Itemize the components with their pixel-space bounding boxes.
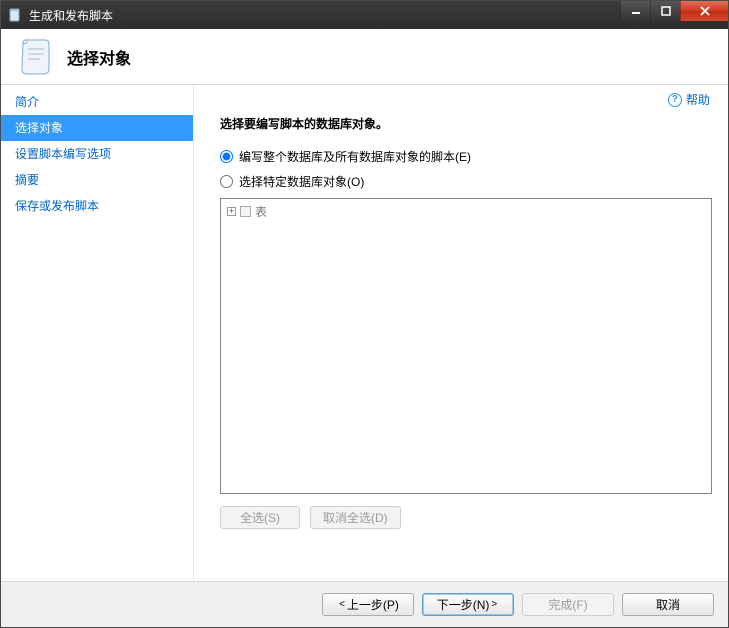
radio-entire-label: 编写整个数据库及所有数据库对象的脚本(E) xyxy=(239,148,471,165)
sidebar-item-summary[interactable]: 摘要 xyxy=(1,167,193,193)
chevron-right-icon: > xyxy=(491,599,497,610)
script-icon xyxy=(15,37,55,77)
radio-specific-label: 选择特定数据库对象(O) xyxy=(239,173,364,190)
sidebar-item-select-objects[interactable]: 选择对象 xyxy=(1,115,193,141)
objects-tree: + 表 xyxy=(220,198,712,494)
sidebar: 简介 选择对象 设置脚本编写选项 摘要 保存或发布脚本 xyxy=(1,85,194,581)
deselect-all-button: 取消全选(D) xyxy=(310,506,401,529)
header-band: 选择对象 xyxy=(1,29,728,85)
cancel-button[interactable]: 取消 xyxy=(622,593,714,616)
radio-entire-input[interactable] xyxy=(220,150,233,163)
finish-button: 完成(F) xyxy=(522,593,614,616)
radio-specific-input[interactable] xyxy=(220,175,233,188)
tree-checkbox[interactable] xyxy=(240,206,251,217)
radio-specific-objects[interactable]: 选择特定数据库对象(O) xyxy=(220,173,712,190)
sidebar-item-script-options[interactable]: 设置脚本编写选项 xyxy=(1,141,193,167)
chevron-left-icon: < xyxy=(339,599,345,610)
tree-root-row[interactable]: + 表 xyxy=(227,203,705,220)
body: 简介 选择对象 设置脚本编写选项 摘要 保存或发布脚本 ? 帮助 选择要编写脚本… xyxy=(1,85,728,581)
footer: < 上一步(P) 下一步(N) > 完成(F) 取消 xyxy=(1,581,728,627)
page-title: 选择对象 xyxy=(67,45,131,69)
instruction-text: 选择要编写脚本的数据库对象。 xyxy=(220,115,712,132)
window-controls xyxy=(620,1,728,21)
help-icon: ? xyxy=(668,93,682,107)
sidebar-item-save-publish[interactable]: 保存或发布脚本 xyxy=(1,193,193,219)
help-label: 帮助 xyxy=(686,91,710,108)
app-icon xyxy=(7,7,23,23)
tree-root-label: 表 xyxy=(255,203,267,220)
titlebar: 生成和发布脚本 xyxy=(1,1,728,29)
maximize-button[interactable] xyxy=(650,1,680,21)
previous-button[interactable]: < 上一步(P) xyxy=(322,593,414,616)
next-button[interactable]: 下一步(N) > xyxy=(422,593,514,616)
help-link[interactable]: ? 帮助 xyxy=(668,91,710,108)
minimize-button[interactable] xyxy=(620,1,650,21)
previous-label: 上一步(P) xyxy=(347,596,399,613)
next-label: 下一步(N) xyxy=(437,596,490,613)
close-button[interactable] xyxy=(680,1,728,21)
selection-buttons: 全选(S) 取消全选(D) xyxy=(220,506,712,529)
expand-icon[interactable]: + xyxy=(227,207,236,216)
select-all-button: 全选(S) xyxy=(220,506,300,529)
window-title: 生成和发布脚本 xyxy=(29,7,113,24)
wizard-window: 生成和发布脚本 xyxy=(0,0,729,628)
radio-entire-database[interactable]: 编写整个数据库及所有数据库对象的脚本(E) xyxy=(220,148,712,165)
content-pane: ? 帮助 选择要编写脚本的数据库对象。 编写整个数据库及所有数据库对象的脚本(E… xyxy=(194,85,728,581)
sidebar-item-intro[interactable]: 简介 xyxy=(1,89,193,115)
